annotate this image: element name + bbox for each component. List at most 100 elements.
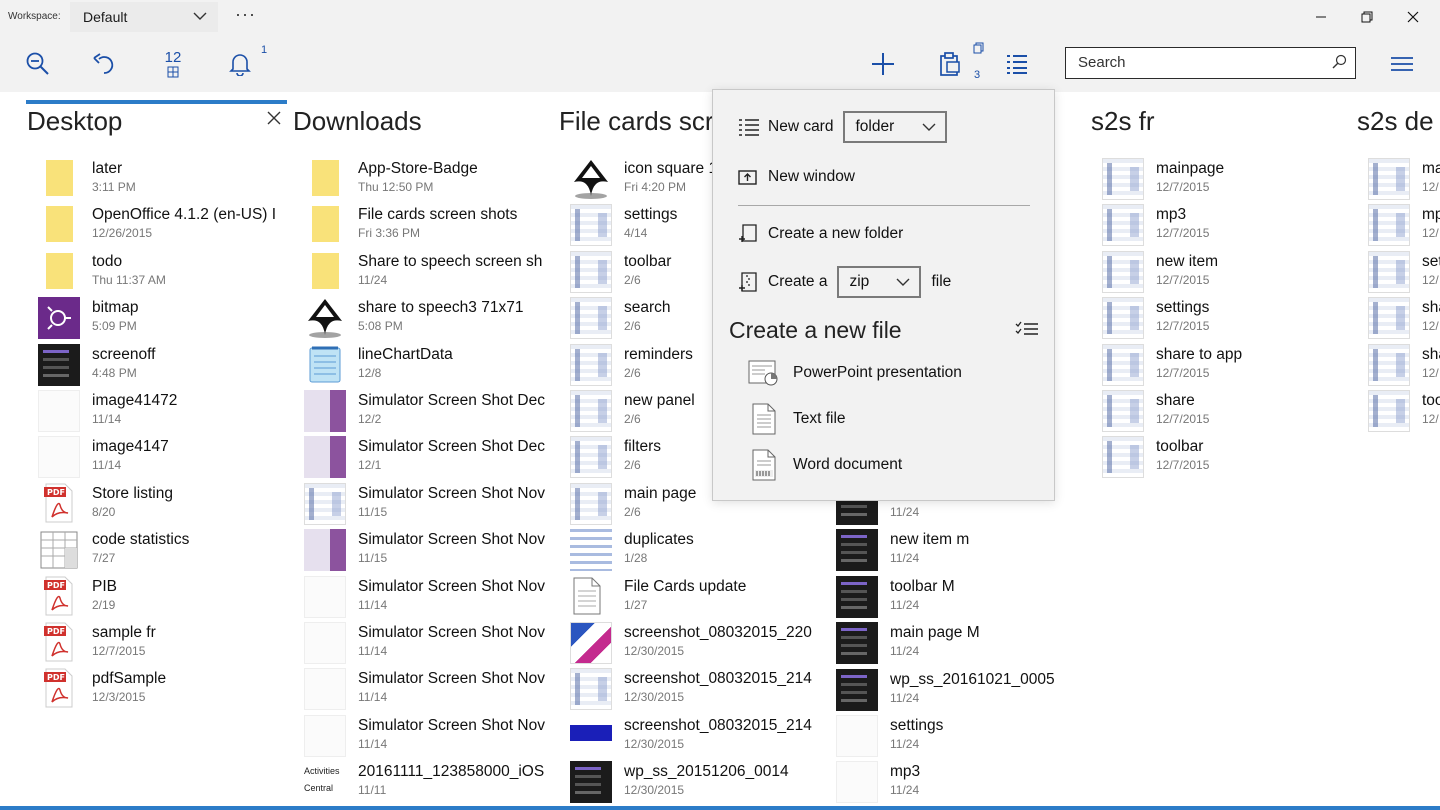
list-item[interactable]: todo Thu 11:37 AM	[26, 247, 288, 293]
list-view-button[interactable]	[993, 40, 1041, 88]
list-item[interactable]: bitmap 5:09 PM	[26, 293, 288, 340]
list-item[interactable]: duplicates 1/28	[558, 525, 820, 572]
file-name: toolbar M	[890, 577, 955, 595]
list-item[interactable]: set 12/	[1356, 247, 1440, 293]
reminders-button[interactable]	[216, 40, 264, 88]
list-item[interactable]: mp3 12/7/2015	[1090, 200, 1352, 247]
list-item[interactable]: wp_ss_20151206_0014 12/30/2015	[558, 757, 820, 804]
list-item[interactable]: Share to speech screen sh 11/24	[292, 247, 546, 293]
list-item[interactable]: image4147 11/14	[26, 432, 288, 479]
list-item[interactable]: image41472 11/14	[26, 386, 288, 432]
create-word-button[interactable]: Word document	[747, 445, 902, 485]
file-name: share to speech3 71x71	[358, 299, 524, 317]
image-thumbnail	[570, 250, 612, 293]
list-item[interactable]: new item 12/7/2015	[1090, 247, 1352, 293]
new-card-type-dropdown[interactable]: folder	[843, 111, 948, 143]
list-item[interactable]: share 12/7/2015	[1090, 386, 1352, 432]
image-thumbnail	[1368, 297, 1410, 340]
file-date: 11/24	[890, 644, 920, 659]
card-title[interactable]: s2s fr	[1091, 106, 1155, 137]
search-input[interactable]: Search	[1065, 47, 1356, 79]
list-item[interactable]: Activities Central 20161111_123858000_iOS…	[292, 757, 546, 803]
bottom-accent-bar	[0, 806, 1440, 810]
new-window-button[interactable]: New window	[738, 168, 855, 186]
file-date: 1/28	[624, 551, 648, 566]
list-item[interactable]: PDF pdfSample 12/3/2015	[26, 664, 288, 710]
list-item[interactable]: File cards screen shots Fri 3:36 PM	[292, 200, 546, 246]
search-icon[interactable]	[1331, 54, 1347, 74]
file-date: 11/14	[358, 643, 388, 658]
list-item[interactable]: mp3 11/24	[824, 757, 1090, 804]
list-item[interactable]: Simulator Screen Shot Nov 11/14	[292, 572, 546, 618]
list-item[interactable]: ma 12/	[1356, 154, 1440, 200]
list-item[interactable]: toolbar M 11/24	[824, 572, 1090, 618]
archive-type-dropdown[interactable]: zip	[837, 266, 922, 298]
calendar-button[interactable]: 12	[149, 40, 197, 88]
card-title[interactable]: Desktop	[27, 106, 122, 137]
list-item[interactable]: mainpage 12/7/2015	[1090, 154, 1352, 200]
powerpoint-label: PowerPoint presentation	[793, 364, 962, 381]
file-name: File Cards update	[624, 577, 747, 595]
list-item[interactable]: sha 12/	[1356, 293, 1440, 340]
zoom-button[interactable]	[14, 40, 62, 88]
list-item[interactable]: Simulator Screen Shot Dec 12/2	[292, 386, 546, 432]
multi-select-icon[interactable]	[1015, 320, 1039, 343]
list-item[interactable]: screenoff 4:48 PM	[26, 340, 288, 386]
list-item[interactable]: later 3:11 PM	[26, 154, 288, 200]
list-item[interactable]: wp_ss_20161021_0005 11/24	[824, 665, 1090, 711]
list-item[interactable]: Simulator Screen Shot Nov 11/14	[292, 618, 546, 664]
list-item[interactable]: Simulator Screen Shot Nov 11/15	[292, 525, 546, 572]
list-item[interactable]: settings 11/24	[824, 711, 1090, 757]
bell-icon	[229, 54, 251, 76]
list-item[interactable]: PDF Store listing 8/20	[26, 479, 288, 525]
list-item[interactable]: PDF sample fr 12/7/2015	[26, 618, 288, 664]
file-date: 12/8	[358, 365, 382, 380]
clipboard-button[interactable]	[926, 40, 974, 88]
list-item[interactable]: OpenOffice 4.1.2 (en-US) I 12/26/2015	[26, 200, 288, 246]
list-item[interactable]: lineChartData 12/8	[292, 340, 546, 386]
new-window-label: New window	[768, 168, 856, 185]
list-item[interactable]: share to app 12/7/2015	[1090, 340, 1352, 386]
list-item[interactable]: screenshot_08032015_220 12/30/2015	[558, 618, 820, 664]
image-thumbnail	[304, 482, 346, 525]
card-title[interactable]: File cards scre	[559, 106, 728, 137]
card-title[interactable]: s2s de	[1357, 106, 1434, 137]
close-card-button[interactable]	[266, 110, 282, 131]
list-item[interactable]: File Cards update 1/27	[558, 572, 820, 618]
list-item[interactable]: App-Store-Badge Thu 12:50 PM	[292, 154, 546, 200]
list-item[interactable]: Simulator Screen Shot Nov 11/15	[292, 479, 546, 525]
restore-button[interactable]	[1344, 0, 1390, 34]
list-item[interactable]: Simulator Screen Shot Nov 11/14	[292, 711, 546, 757]
create-text-file-button[interactable]: Text file	[747, 399, 846, 439]
list-item[interactable]: code statistics 7/27	[26, 525, 288, 571]
create-powerpoint-button[interactable]: PowerPoint presentation	[747, 353, 962, 393]
file-date: 2/6	[624, 272, 641, 287]
file-date: 11/14	[358, 736, 388, 751]
list-item[interactable]: too 12/	[1356, 386, 1440, 432]
create-folder-button[interactable]: Create a new folder	[738, 223, 903, 245]
thumbnail-text: Activities Central	[304, 766, 340, 794]
file-name: duplicates	[624, 531, 694, 549]
list-item[interactable]: main page M 11/24	[824, 618, 1090, 665]
file-date: 11/14	[358, 597, 388, 612]
list-item[interactable]: Simulator Screen Shot Dec 12/1	[292, 432, 546, 479]
new-button[interactable]	[859, 40, 907, 88]
list-item[interactable]: PDF PIB 2/19	[26, 572, 288, 618]
list-item[interactable]: settings 12/7/2015	[1090, 293, 1352, 340]
list-item[interactable]: sha 12/	[1356, 340, 1440, 386]
undo-button[interactable]	[81, 40, 129, 88]
list-item[interactable]: new item m 11/24	[824, 525, 1090, 572]
list-item[interactable]: share to speech3 71x71 5:08 PM	[292, 293, 546, 339]
list-item[interactable]: Simulator Screen Shot Nov 11/14	[292, 664, 546, 711]
file-date: 12/7/2015	[1156, 319, 1210, 334]
more-options-button[interactable]: ···	[235, 4, 256, 25]
list-item[interactable]: toolbar 12/7/2015	[1090, 432, 1352, 479]
list-item[interactable]: mp 12/	[1356, 200, 1440, 247]
menu-button[interactable]	[1378, 44, 1426, 84]
minimize-button[interactable]	[1298, 0, 1344, 34]
card-title[interactable]: Downloads	[293, 106, 422, 137]
list-item[interactable]: screenshot_08032015_214 12/30/2015	[558, 664, 820, 711]
close-window-button[interactable]	[1390, 0, 1436, 34]
list-item[interactable]: screenshot_08032015_214 12/30/2015	[558, 711, 820, 757]
workspace-dropdown[interactable]: Default	[70, 2, 218, 32]
